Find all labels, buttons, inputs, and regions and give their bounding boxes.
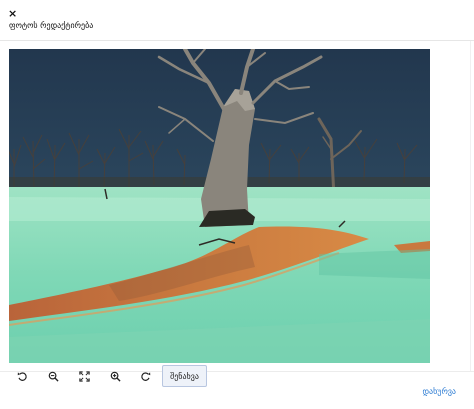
edited-photo [9,49,430,363]
close-link[interactable]: დახურვა [423,387,457,396]
zoom-out-icon [48,371,59,382]
dialog-title: ფოტოს რედაქტირება [9,21,94,30]
rotate-right-button[interactable] [135,367,155,385]
fit-screen-button[interactable] [74,367,94,385]
zoom-out-button[interactable] [43,367,63,385]
dialog-edge [470,41,471,371]
image-canvas[interactable] [9,49,430,363]
rotate-left-button[interactable] [12,367,32,385]
editor-toolbar: შენახვა [0,364,474,388]
save-button[interactable]: შენახვა [162,365,207,387]
rotate-right-icon [140,371,150,381]
zoom-in-icon [110,371,121,382]
close-button[interactable]: × [8,7,20,21]
zoom-in-button[interactable] [105,367,125,385]
fit-screen-icon [78,370,90,382]
rotate-left-icon [17,371,27,381]
dialog-header: × ფოტოს რედაქტირება [0,0,474,40]
header-divider [0,40,474,41]
